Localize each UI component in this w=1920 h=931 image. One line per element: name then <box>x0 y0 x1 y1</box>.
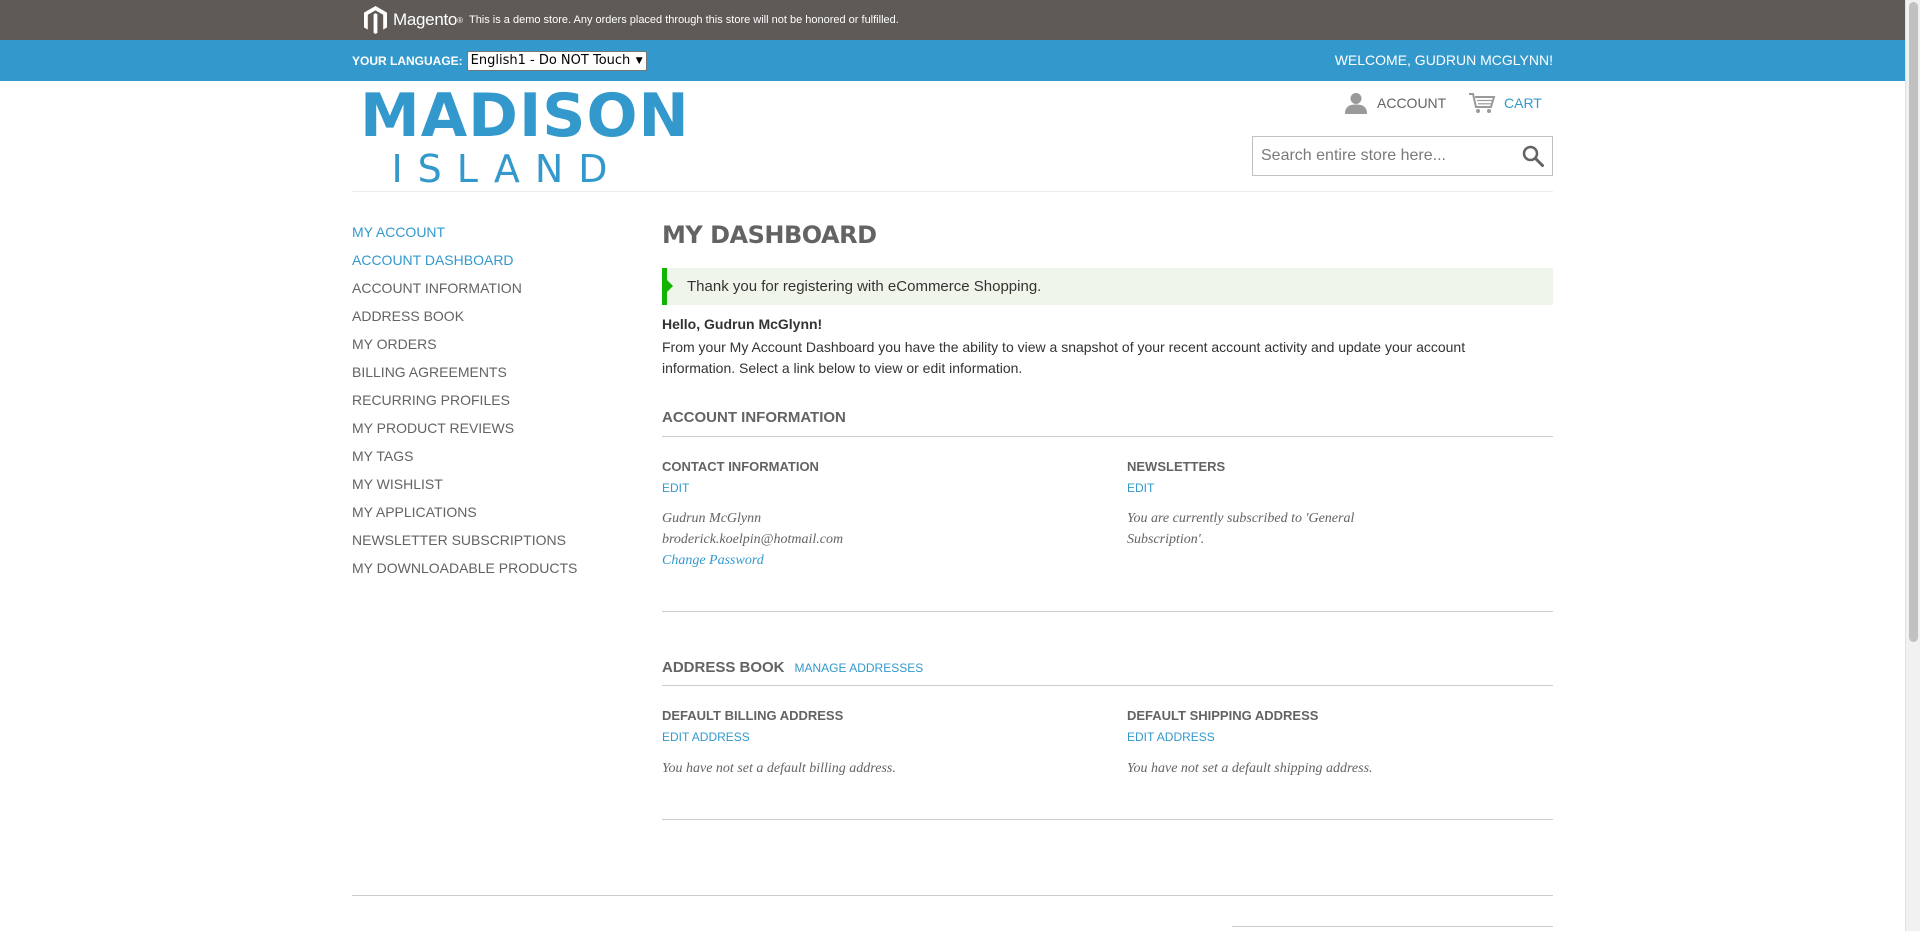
newsletters-status: You are currently subscribed to 'General… <box>1127 511 1355 547</box>
header-divider <box>352 191 1553 192</box>
default-billing-title: Default Billing Address <box>662 708 844 723</box>
footer-divider-secondary <box>1232 926 1553 927</box>
account-information-heading: Account Information <box>662 409 846 426</box>
logo-line-2: ISLAND <box>391 147 623 191</box>
account-sidebar: My Account Account Dashboard Account Inf… <box>352 222 612 586</box>
sidebar-item-my-tags[interactable]: My Tags <box>352 446 612 474</box>
contact-email: broderick.koelpin@hotmail.com <box>662 532 844 547</box>
section-divider <box>662 819 1553 820</box>
billing-address-text: You have not set a default billing addre… <box>662 761 896 776</box>
logo-line-1: MADISON <box>360 81 690 151</box>
store-logo[interactable]: MADISON ISLAND <box>360 81 690 191</box>
sidebar-item-my-product-reviews[interactable]: My Product Reviews <box>352 418 612 446</box>
success-message: Thank you for registering with eCommerce… <box>662 268 1553 305</box>
account-link-label: Account <box>1377 95 1447 111</box>
change-password-link[interactable]: Change Password <box>662 553 764 568</box>
sidebar-item-my-orders[interactable]: My Orders <box>352 334 612 362</box>
sidebar-item-newsletter-subscriptions[interactable]: Newsletter Subscriptions <box>352 530 612 558</box>
sidebar-item-billing-agreements[interactable]: Billing Agreements <box>352 362 612 390</box>
contact-information-title: Contact Information <box>662 459 819 474</box>
language-label: Your Language: <box>352 53 463 68</box>
language-select[interactable]: English1 - Do NOT Touch ▼ <box>466 50 647 71</box>
page-scrollbar[interactable] <box>1905 0 1920 931</box>
cart-link[interactable]: Cart <box>1468 92 1542 114</box>
demo-notice-text: This is a demo store. Any orders placed … <box>468 14 899 26</box>
footer-divider <box>352 895 1553 896</box>
language-bar: Your Language: English1 - Do NOT Touch ▼… <box>0 40 1905 81</box>
shipping-edit-address-link[interactable]: Edit Address <box>1127 730 1215 744</box>
address-book-title: Address Book <box>662 659 785 676</box>
account-link[interactable]: Account <box>1345 92 1446 114</box>
sidebar-item-account-dashboard[interactable]: Account Dashboard <box>352 250 612 278</box>
language-selected-value: English1 - Do NOT Touch <box>470 53 631 68</box>
sidebar-item-my-applications[interactable]: My Applications <box>352 502 612 530</box>
magento-logo: Magento ® <box>362 5 463 35</box>
contact-name: Gudrun McGlynn <box>662 511 762 526</box>
sidebar-item-account-information[interactable]: Account Information <box>352 278 612 306</box>
default-shipping-title: Default Shipping Address <box>1127 708 1319 723</box>
section-divider <box>662 611 1553 612</box>
shipping-address-text: You have not set a default shipping addr… <box>1127 761 1373 776</box>
chevron-down-icon: ▼ <box>635 55 643 66</box>
search-placeholder: Search entire store here... <box>1261 147 1446 164</box>
sidebar-item-my-wishlist[interactable]: My Wishlist <box>352 474 612 502</box>
contact-details: Gudrun McGlynn broderick.koelpin@hotmail… <box>662 508 843 571</box>
newsletters-title: Newsletters <box>1127 459 1226 474</box>
sidebar-item-address-book[interactable]: Address Book <box>352 306 612 334</box>
contact-edit-link[interactable]: Edit <box>662 481 689 495</box>
search-input[interactable]: Search entire store here... <box>1252 136 1553 176</box>
scrollbar-thumb[interactable] <box>1909 2 1918 642</box>
dashboard-intro: From your My Account Dashboard you have … <box>662 339 1466 376</box>
magento-brand: Magento <box>393 10 458 29</box>
success-arrow-icon <box>667 280 673 292</box>
magento-icon <box>364 6 387 34</box>
newsletters-edit-link[interactable]: Edit <box>1127 481 1154 495</box>
hello-greeting: Hello, Gudrun McGlynn! <box>662 316 823 332</box>
demo-notice-bar: Magento ® This is a demo store. Any order… <box>0 0 1905 40</box>
address-book-heading: Address Book Manage Addresses <box>662 659 923 676</box>
page-title: My Dashboard <box>662 221 877 249</box>
user-icon <box>1345 93 1367 114</box>
welcome-message: WELCOME, GUDRUN MCGLYNN! <box>1334 52 1553 68</box>
sidebar-title: My Account <box>352 224 446 240</box>
billing-edit-address-link[interactable]: Edit Address <box>662 730 750 744</box>
section-divider <box>662 685 1553 686</box>
success-message-text: Thank you for registering with eCommerce… <box>687 278 1042 295</box>
sidebar-item-recurring-profiles[interactable]: Recurring Profiles <box>352 390 612 418</box>
search-icon[interactable] <box>1522 145 1544 167</box>
dashboard-main: My Dashboard Thank you for registering w… <box>662 220 1553 820</box>
section-divider <box>662 436 1553 437</box>
cart-icon <box>1469 93 1496 113</box>
sidebar-item-my-downloadable-products[interactable]: My Downloadable Products <box>352 558 612 586</box>
manage-addresses-link[interactable]: Manage Addresses <box>795 661 924 675</box>
cart-link-label: Cart <box>1504 95 1542 111</box>
